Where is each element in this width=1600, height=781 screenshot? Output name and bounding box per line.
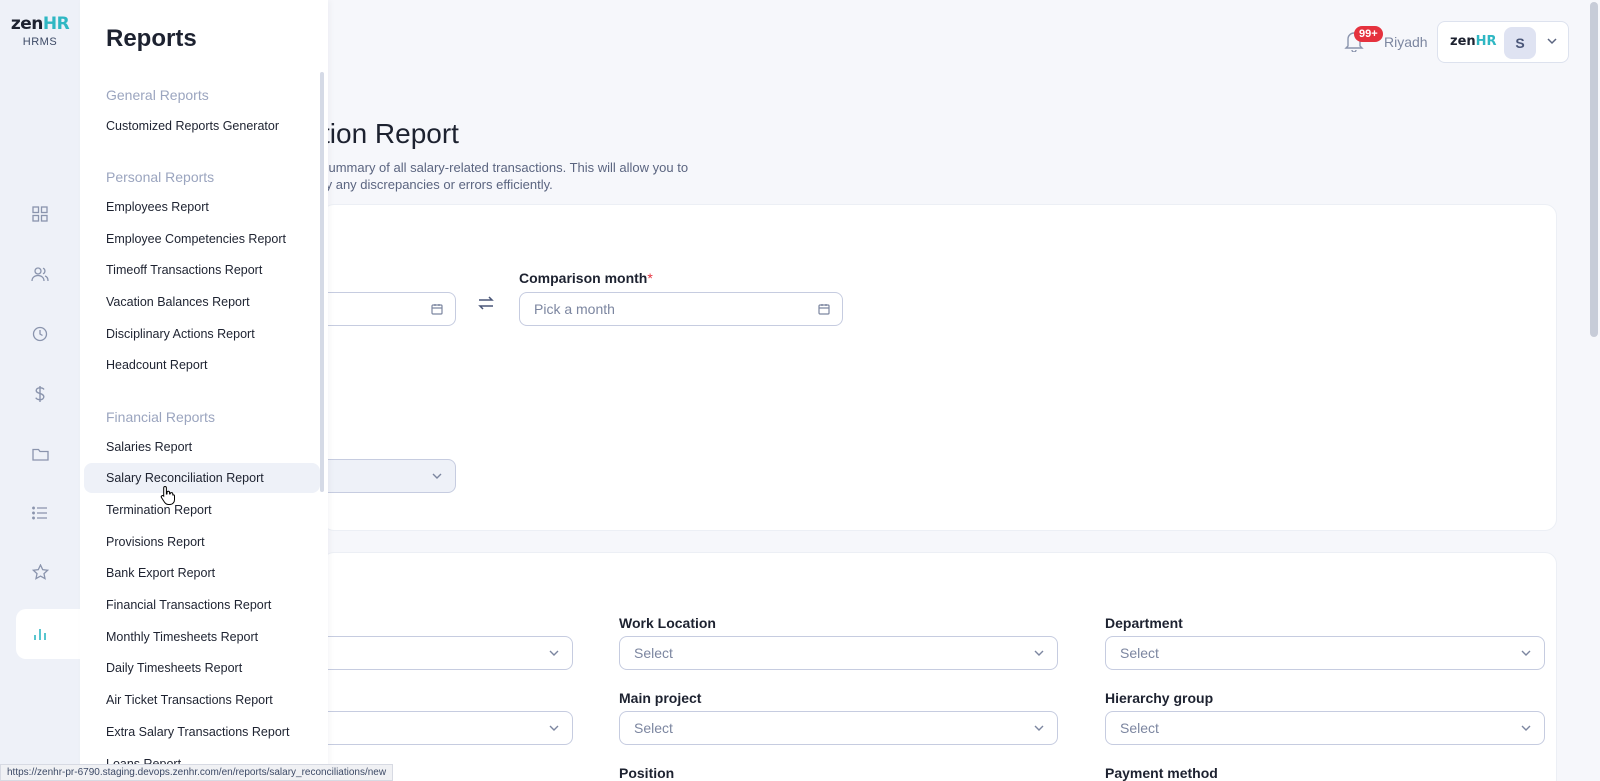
select-placeholder: Select <box>634 720 673 736</box>
chevron-down-icon <box>1033 646 1045 662</box>
menu-item-provisions-report[interactable]: Provisions Report <box>84 527 320 557</box>
payment-method-label: Payment method <box>1105 765 1218 781</box>
comparison-month-label: Comparison month* <box>519 270 653 286</box>
menu-item-air-ticket-transactions-report[interactable]: Air Ticket Transactions Report <box>84 685 320 715</box>
logo-subtitle: HRMS <box>22 36 58 48</box>
reports-drawer: Reports General Reports Customized Repor… <box>80 0 328 781</box>
work-location-select[interactable]: Select <box>619 636 1058 670</box>
chevron-down-icon[interactable] <box>1546 34 1558 52</box>
description-line: summary of all salary-related transactio… <box>322 160 689 175</box>
page-title: tion Report <box>322 118 459 149</box>
menu-item-disciplinary-actions-report[interactable]: Disciplinary Actions Report <box>84 319 320 349</box>
logo-brand: zen <box>10 14 44 34</box>
logo-brand-accent: HR <box>42 14 70 34</box>
avatar[interactable]: S <box>1504 27 1536 59</box>
company-logo-accent: HR <box>1475 34 1497 49</box>
calendar-icon <box>431 302 443 318</box>
chevron-down-icon <box>1520 721 1532 737</box>
comparison-month-input[interactable]: Pick a month <box>519 292 843 326</box>
menu-item-customized-reports-generator[interactable]: Customized Reports Generator <box>84 111 320 141</box>
drawer-title: Reports <box>106 25 197 52</box>
date-selection-card <box>322 204 1557 531</box>
menu-item-bank-export-report[interactable]: Bank Export Report <box>84 558 320 588</box>
status-bar-url: https://zenhr-pr-6790.staging.devops.zen… <box>0 764 394 781</box>
dollar-icon[interactable] <box>24 378 56 410</box>
menu-item-termination-report[interactable]: Termination Report <box>84 495 320 525</box>
hierarchy-group-select[interactable]: Select <box>1105 711 1545 745</box>
calendar-icon <box>818 302 830 318</box>
filter-select-hidden-1[interactable] <box>322 636 573 670</box>
grid-icon[interactable] <box>24 198 56 230</box>
app-logo[interactable]: zenHR HRMS <box>0 14 80 48</box>
page-scrollbar-thumb[interactable] <box>1590 2 1598 337</box>
chevron-down-icon <box>1033 721 1045 737</box>
comparison-month-label-text: Comparison month <box>519 270 648 286</box>
page-scrollbar[interactable] <box>1588 0 1600 781</box>
menu-item-salary-reconciliation-report[interactable]: Salary Reconciliation Report <box>84 463 320 493</box>
required-marker: * <box>647 270 653 286</box>
menu-item-monthly-timesheets-report[interactable]: Monthly Timesheets Report <box>84 622 320 652</box>
position-label: Position <box>619 765 675 781</box>
menu-item-financial-transactions-report[interactable]: Financial Transactions Report <box>84 590 320 620</box>
menu-item-employee-competencies-report[interactable]: Employee Competencies Report <box>84 224 320 254</box>
description-line: fy any discrepancies or errors efficient… <box>322 177 553 192</box>
clock-icon[interactable] <box>24 318 56 350</box>
user-menu[interactable]: zenHR S <box>1437 21 1569 63</box>
menu-item-headcount-report[interactable]: Headcount Report <box>84 350 320 380</box>
city-label: Riyadh <box>1384 34 1428 50</box>
section-heading-personal: Personal Reports <box>106 169 215 185</box>
main-project-label: Main project <box>619 690 702 706</box>
folder-icon[interactable] <box>24 438 56 470</box>
icon-rail: zenHR HRMS <box>0 0 86 781</box>
base-month-input[interactable] <box>322 292 456 326</box>
chevron-down-icon <box>1520 646 1532 662</box>
chevron-down-icon <box>431 469 443 485</box>
drawer-scrollbar[interactable] <box>320 72 324 492</box>
company-logo-text: zen <box>1450 34 1476 49</box>
select-placeholder: Select <box>1120 645 1159 661</box>
section-heading-financial: Financial Reports <box>106 409 215 425</box>
menu-item-employees-report[interactable]: Employees Report <box>84 192 320 222</box>
filter-select-hidden-2[interactable] <box>322 711 573 745</box>
menu-item-vacation-balances-report[interactable]: Vacation Balances Report <box>84 287 320 317</box>
section-heading-general: General Reports <box>106 87 209 103</box>
select-placeholder: Select <box>634 645 673 661</box>
department-select[interactable]: Select <box>1105 636 1545 670</box>
users-icon[interactable] <box>24 258 56 290</box>
report-type-select[interactable] <box>322 459 456 493</box>
main-project-select[interactable]: Select <box>619 711 1058 745</box>
bar-chart-icon[interactable] <box>24 618 56 650</box>
company-logo: zenHR <box>1450 34 1497 49</box>
comparison-month-placeholder: Pick a month <box>534 301 615 317</box>
star-icon[interactable] <box>24 556 56 588</box>
chevron-down-icon <box>548 646 560 662</box>
list-icon[interactable] <box>24 497 56 529</box>
menu-item-salaries-report[interactable]: Salaries Report <box>84 432 320 462</box>
select-placeholder: Select <box>1120 720 1159 736</box>
chevron-down-icon <box>548 721 560 737</box>
page-description: summary of all salary-related transactio… <box>322 159 722 193</box>
notification-badge: 99+ <box>1354 26 1383 42</box>
menu-item-extra-salary-transactions-report[interactable]: Extra Salary Transactions Report <box>84 717 320 747</box>
work-location-label: Work Location <box>619 615 716 631</box>
hierarchy-group-label: Hierarchy group <box>1105 690 1214 706</box>
swap-icon[interactable] <box>476 293 496 318</box>
hand-cursor-icon <box>160 485 176 510</box>
menu-item-timeoff-transactions-report[interactable]: Timeoff Transactions Report <box>84 255 320 285</box>
menu-item-daily-timesheets-report[interactable]: Daily Timesheets Report <box>84 653 320 683</box>
department-label: Department <box>1105 615 1183 631</box>
